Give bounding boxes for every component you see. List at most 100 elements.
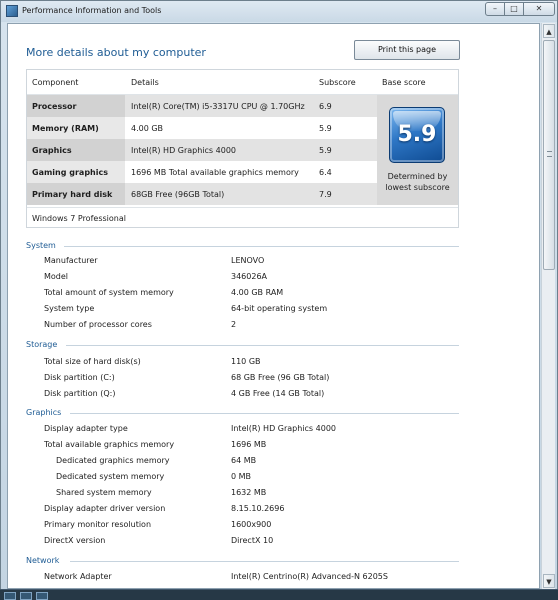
detail-row: DirectX version DirectX 10 — [26, 534, 459, 550]
component-subscore: 6.9 — [319, 102, 332, 111]
detail-label: Display adapter type — [44, 424, 128, 433]
score-row-gaming-graphics: Gaming graphics 1696 MB Total available … — [27, 161, 377, 183]
component-name: Memory (RAM) — [32, 124, 99, 133]
taskbar-app-icon[interactable] — [36, 592, 48, 600]
title-bar[interactable]: Performance Information and Tools – □ ✕ — [1, 1, 557, 22]
detail-label: Network Adapter — [44, 572, 112, 581]
detail-row: Display adapter driver version 8.15.10.26… — [26, 502, 459, 518]
component-subscore: 5.9 — [319, 124, 332, 133]
detail-row: Network Adapter Intel(R) Centrino(R) Adva… — [26, 570, 459, 586]
base-score-badge: 5.9 — [389, 107, 445, 163]
taskbar-app-icon[interactable] — [4, 592, 16, 600]
app-icon — [6, 5, 18, 17]
component-subscore: 5.9 — [319, 146, 332, 155]
component-details: 68GB Free (96GB Total) — [131, 190, 225, 199]
detail-label: Total amount of system memory — [44, 288, 174, 297]
detail-value: DirectX 10 — [231, 536, 274, 545]
score-row-memory: Memory (RAM) 4.00 GB 5.9 — [27, 117, 377, 139]
section-title: System — [26, 241, 56, 250]
detail-row: Display adapter type Intel(R) HD Graphics… — [26, 422, 459, 438]
os-edition-row: Windows 7 Professional — [27, 207, 458, 228]
content-area: More details about my computer Print thi… — [7, 23, 540, 589]
detail-row: Manufacturer LENOVO — [26, 254, 459, 270]
component-subscore: 7.9 — [319, 190, 332, 199]
score-row-graphics: Graphics Intel(R) HD Graphics 4000 5.9 — [27, 139, 377, 161]
detail-value: 4.00 GB RAM — [231, 288, 284, 297]
header-details: Details — [131, 78, 159, 87]
header-base-score: Base score — [382, 78, 426, 87]
window-title: Performance Information and Tools — [22, 6, 162, 15]
detail-label: DirectX version — [44, 536, 106, 545]
detail-value: 0 MB — [231, 472, 252, 481]
detail-label: Total available graphics memory — [44, 440, 175, 449]
page-title: More details about my computer — [26, 46, 206, 59]
maximize-button[interactable]: □ — [504, 2, 524, 16]
detail-value: 1632 MB — [231, 488, 267, 497]
detail-row: Dedicated graphics memory 64 MB — [26, 454, 459, 470]
detail-value: 68 GB Free (96 GB Total) — [231, 373, 330, 382]
component-details: Intel(R) Core(TM) i5-3317U CPU @ 1.70GHz — [131, 102, 305, 111]
detail-row: System type 64-bit operating system — [26, 302, 459, 318]
detail-label: System type — [44, 304, 95, 313]
component-subscore: 6.4 — [319, 168, 332, 177]
section-title: Graphics — [26, 408, 62, 417]
detail-label: Total size of hard disk(s) — [44, 357, 141, 366]
detail-row: Number of processor cores 2 — [26, 318, 459, 334]
detail-row: Total available graphics memory 1696 MB — [26, 438, 459, 454]
grip-icon — [547, 151, 552, 157]
scroll-up-arrow-icon[interactable]: ▲ — [543, 24, 555, 38]
component-details: 1696 MB Total available graphics memory — [131, 168, 299, 177]
header-component: Component — [32, 78, 79, 87]
component-details: 4.00 GB — [131, 124, 164, 133]
taskbar-app-icon[interactable] — [20, 592, 32, 600]
detail-value: 1696 MB — [231, 440, 267, 449]
detail-value: 64 MB — [231, 456, 257, 465]
detail-row: Total amount of system memory 4.00 GB RAM — [26, 286, 459, 302]
component-details: Intel(R) HD Graphics 4000 — [131, 146, 237, 155]
detail-label: Number of processor cores — [44, 320, 152, 329]
os-edition: Windows 7 Professional — [32, 214, 126, 223]
score-row-processor: Processor Intel(R) Core(TM) i5-3317U CPU… — [27, 95, 377, 117]
base-score-panel: 5.9 Determined by lowest subscore — [377, 95, 458, 205]
detail-label: Dedicated system memory — [56, 472, 165, 481]
scroll-down-arrow-icon[interactable]: ▼ — [543, 574, 555, 588]
detail-value: 346026A — [231, 272, 268, 281]
detail-row: Primary monitor resolution 1600x900 — [26, 518, 459, 534]
section-divider — [70, 561, 459, 562]
section-title: Network — [26, 556, 60, 565]
section-divider — [64, 246, 459, 247]
component-name: Primary hard disk — [32, 190, 113, 199]
detail-value: Intel(R) Centrino(R) Advanced-N 6205S — [231, 572, 388, 581]
detail-row: Dedicated system memory 0 MB — [26, 470, 459, 486]
vertical-scrollbar[interactable]: ▲ ▼ — [541, 23, 555, 589]
detail-row: Total size of hard disk(s) 110 GB — [26, 355, 459, 371]
detail-value: 1600x900 — [231, 520, 272, 529]
header-subscore: Subscore — [319, 78, 356, 87]
detail-label: Manufacturer — [44, 256, 98, 265]
performance-window: Performance Information and Tools – □ ✕ … — [0, 0, 558, 600]
detail-label: Display adapter driver version — [44, 504, 166, 513]
detail-row: Disk partition (Q:) 4 GB Free (14 GB Tota… — [26, 387, 459, 403]
detail-row: Shared system memory 1632 MB — [26, 486, 459, 502]
print-button[interactable]: Print this page — [354, 40, 460, 60]
detail-label: Model — [44, 272, 69, 281]
detail-row: Model 346026A — [26, 270, 459, 286]
minimize-button[interactable]: – — [485, 2, 505, 16]
close-button[interactable]: ✕ — [523, 2, 555, 16]
score-table: Component Details Subscore Base score Pr… — [26, 69, 459, 228]
detail-value: 110 GB — [231, 357, 261, 366]
detail-value: 2 — [231, 320, 237, 329]
detail-label: Primary monitor resolution — [44, 520, 152, 529]
component-name: Processor — [32, 102, 77, 111]
section-divider — [66, 345, 459, 346]
detail-label: Shared system memory — [56, 488, 152, 497]
detail-row: Disk partition (C:) 68 GB Free (96 GB Tot… — [26, 371, 459, 387]
detail-value: Intel(R) HD Graphics 4000 — [231, 424, 337, 433]
scrollbar-thumb[interactable] — [543, 40, 555, 270]
score-row-hard-disk: Primary hard disk 68GB Free (96GB Total)… — [27, 183, 377, 205]
detail-label: Disk partition (Q:) — [44, 389, 116, 398]
detail-value: 4 GB Free (14 GB Total) — [231, 389, 325, 398]
section-title: Storage — [26, 340, 58, 349]
component-name: Gaming graphics — [32, 168, 108, 177]
detail-value: LENOVO — [231, 256, 265, 265]
